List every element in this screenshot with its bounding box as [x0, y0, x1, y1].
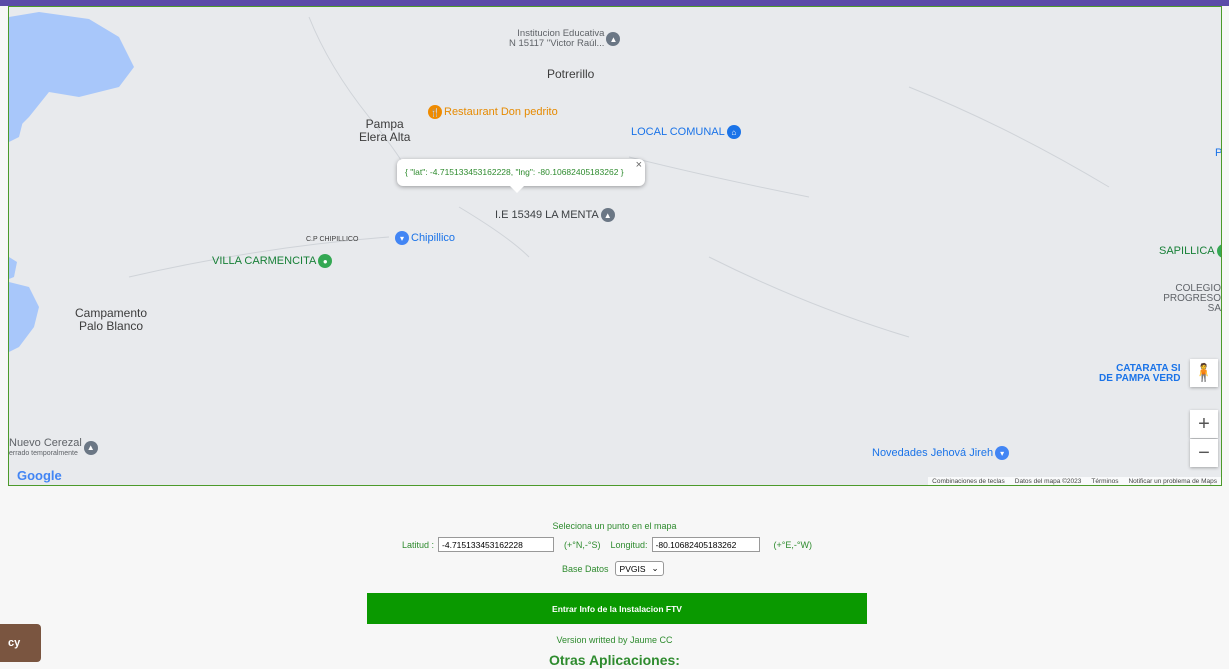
location-pin-icon: ● [1216, 244, 1221, 258]
close-icon[interactable]: × [636, 159, 642, 171]
database-select-value: PVGIS [619, 563, 646, 574]
google-logo: Google [17, 468, 62, 483]
latitude-input[interactable] [438, 537, 555, 552]
poi-label: Novedades Jehová Jireh [872, 446, 994, 459]
shopping-icon: ▾ [395, 231, 409, 245]
footer-map-data: Datos del mapa ©2023 [1014, 478, 1082, 485]
pegman-icon[interactable]: 🧍 [1190, 359, 1218, 387]
building-icon: ⌂ [726, 125, 741, 139]
restaurant-icon: 🍴 [428, 105, 442, 119]
submit-installation-button[interactable]: Entrar Info de la Instalacion FTV [367, 593, 867, 624]
poi-colegio[interactable]: COLEGIO PROGRESO SA [1161, 284, 1221, 314]
school-icon: ▲ [606, 32, 621, 46]
latitude-label: Latitud : [402, 539, 435, 550]
zoom-in-button[interactable]: + [1190, 410, 1218, 438]
poi-label-group: Nuevo Cerezal errado temporalmente [9, 437, 82, 458]
coordinate-popup: { "lat": -4.715133453162228, "lng": -80.… [397, 159, 645, 193]
poi-chipillico[interactable]: ▾ Chipillico [395, 231, 455, 245]
place-label-cp-chipillico: C.P CHIPILLICO [306, 236, 359, 243]
school-icon: ▲ [83, 440, 98, 455]
privacy-label: cy [8, 637, 21, 649]
poi-label: CATARATA SI DE PAMPA VERD [1099, 363, 1181, 384]
location-pin-icon: ● [318, 254, 333, 268]
longitude-label: Longitud: [610, 539, 648, 550]
privacy-button[interactable]: cy [0, 624, 41, 662]
place-label-pampa-elera: Pampa Elera Alta [359, 117, 411, 144]
poi-ie-la-menta[interactable]: I.E 15349 LA MENTA ▲ [495, 208, 615, 222]
map-footer: Combinaciones de teclas Datos del mapa ©… [928, 477, 1221, 485]
poi-novedades[interactable]: Novedades Jehová Jireh ▾ [872, 446, 1010, 460]
latitude-hint: (+°N,-°S) [564, 539, 601, 550]
poi-villa-carmencita[interactable]: VILLA CARMENCITA ● [212, 254, 333, 268]
popup-tail [510, 186, 524, 193]
database-row: Base Datos PVGIS ⌄ [562, 561, 664, 576]
poi-label: Nuevo Cerezal [9, 437, 82, 449]
poi-local-comunal[interactable]: LOCAL COMUNAL ⌂ [631, 125, 741, 139]
other-apps-heading: Otras Aplicaciones: [549, 652, 680, 668]
database-select[interactable]: PVGIS ⌄ [614, 561, 664, 576]
chevron-down-icon: ⌄ [651, 563, 659, 573]
poi-label: LOCAL COMUNAL [631, 125, 725, 138]
place-label-potrerillo: Potrerillo [547, 67, 595, 81]
map-terrain [9, 12, 1110, 352]
popup-coordinates: { "lat": -4.715133453162228, "lng": -80.… [405, 167, 624, 177]
form-instruction: Seleciona un punto en el mapa [552, 521, 677, 531]
poi-restaurant[interactable]: 🍴 Restaurant Don pedrito [428, 105, 558, 119]
footer-report-problem[interactable]: Notificar un problema de Maps [1128, 478, 1217, 485]
poi-label: P [1215, 147, 1222, 159]
poi-sublabel: errado temporalmente [9, 450, 78, 457]
poi-label: Chipillico [411, 231, 456, 244]
longitude-hint: (+°E,-°W) [773, 539, 812, 550]
zoom-out-button[interactable]: − [1190, 439, 1218, 467]
poi-catarata[interactable]: CATARATA SI DE PAMPA VERD [1099, 364, 1181, 384]
poi-nuevo-cerezal[interactable]: Nuevo Cerezal errado temporalmente ▲ [9, 437, 98, 458]
poi-label: Institucion Educativa N 15117 "Victor Ra… [509, 28, 605, 49]
coordinate-row: Latitud : (+°N,-°S) Longitud: (+°E,-°W) [402, 537, 812, 552]
poi-label: SAPILLICA [1159, 244, 1215, 257]
shopping-icon: ▾ [995, 446, 1010, 460]
poi-edge-p[interactable]: P [1215, 147, 1222, 160]
school-icon: ▲ [600, 208, 615, 222]
footer-keyboard-shortcuts[interactable]: Combinaciones de teclas [932, 478, 1005, 485]
footer-terms[interactable]: Términos [1091, 478, 1118, 485]
poi-institucion-educativa[interactable]: Institucion Educativa N 15117 "Victor Ra… [509, 28, 621, 49]
version-text: Version writted by Jaume CC [556, 635, 673, 645]
place-label-campamento: Campamento Palo Blanco [75, 306, 148, 333]
map-view[interactable]: Potrerillo Pampa Elera Alta Campamento P… [8, 6, 1222, 486]
longitude-input[interactable] [651, 537, 760, 552]
coordinate-form: Seleciona un punto en el mapa Latitud : … [0, 486, 1229, 669]
poi-label: I.E 15349 LA MENTA [495, 208, 599, 221]
google-logo-text: Google [17, 468, 62, 483]
poi-label: COLEGIO PROGRESO SA [1163, 283, 1221, 314]
poi-sapillica[interactable]: SAPILLICA ● [1159, 244, 1221, 258]
poi-label: Restaurant Don pedrito [444, 105, 558, 118]
poi-label: VILLA CARMENCITA [212, 254, 317, 267]
database-label: Base Datos [562, 563, 609, 574]
